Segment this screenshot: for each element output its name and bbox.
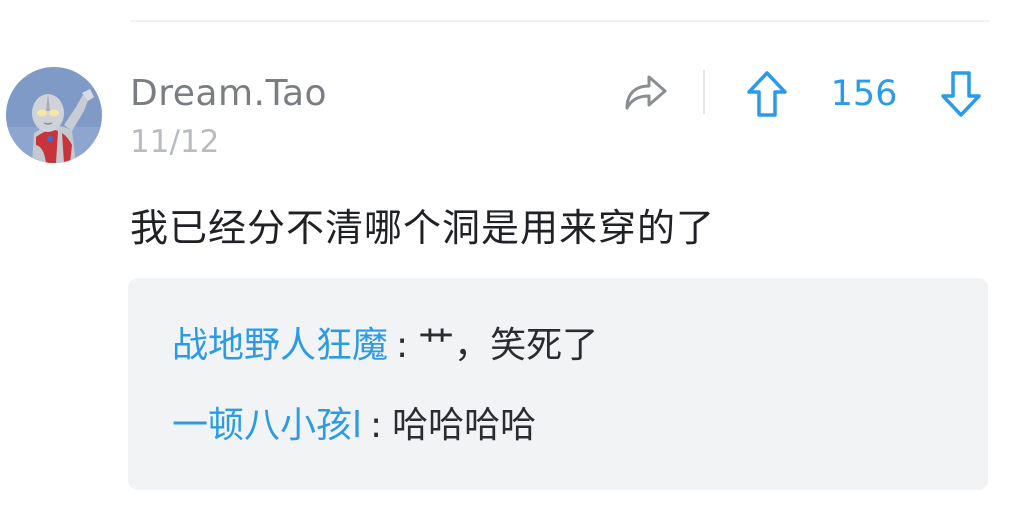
share-arrow-icon — [625, 75, 667, 110]
top-divider — [130, 20, 990, 22]
downvote-button[interactable] — [934, 66, 988, 122]
upvote-button[interactable] — [740, 66, 794, 122]
share-button[interactable] — [618, 68, 674, 116]
action-separator — [703, 70, 705, 114]
reply-text: 哈哈哈哈 — [392, 405, 537, 446]
reply-item[interactable]: 战地野人狂魔: 艹，笑死了 — [172, 321, 598, 371]
arrow-down-icon — [941, 71, 981, 117]
comment-date: 11/12 — [130, 124, 220, 160]
reply-box[interactable]: 战地野人狂魔: 艹，笑死了 一顿八小孩l: 哈哈哈哈 — [128, 278, 988, 490]
reply-author[interactable]: 战地野人狂魔 — [172, 325, 388, 366]
username[interactable]: Dream.Tao — [130, 72, 327, 116]
arrow-up-icon — [747, 71, 787, 117]
reply-item[interactable]: 一顿八小孩l: 哈哈哈哈 — [172, 401, 536, 451]
avatar[interactable] — [6, 67, 102, 163]
reply-separator: : — [370, 405, 383, 446]
reply-separator: : — [396, 325, 409, 366]
comment-text: 我已经分不清哪个洞是用来穿的了 — [130, 206, 716, 250]
reply-author[interactable]: 一顿八小孩l — [172, 405, 362, 446]
comment-screen: Dream.Tao 11/12 156 我已经分不清哪个洞是用来穿的了 战地野人… — [0, 0, 1036, 524]
ultraman-avatar-icon — [6, 67, 102, 163]
vote-count: 156 — [830, 74, 898, 114]
reply-text: 艹，笑死了 — [418, 325, 599, 366]
